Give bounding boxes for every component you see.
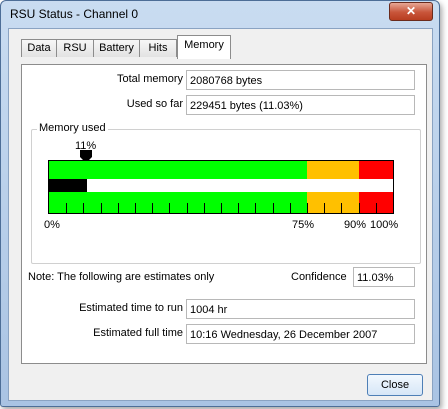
tick-mark — [324, 203, 325, 213]
tick-mark — [135, 203, 136, 213]
tick-mark — [273, 203, 274, 213]
close-button[interactable]: Close — [367, 374, 423, 396]
full-time-field: 10:16 Wednesday, 26 December 2007 — [186, 324, 415, 344]
tab-memory[interactable]: Memory — [177, 35, 231, 59]
total-memory-label: Total memory — [116, 73, 183, 85]
tick-mark — [221, 203, 222, 213]
title-bar: RSU Status - Channel 0 ✕ — [1, 1, 439, 27]
tick-mark — [169, 203, 170, 213]
scale-label-100: 100% — [370, 219, 399, 231]
tick-mark — [66, 203, 67, 213]
bar-used-fill — [49, 179, 87, 192]
dialog-window: RSU Status - Channel 0 ✕ Data RSU Batter… — [0, 0, 440, 407]
estimates-note: Note: The following are estimates only — [28, 271, 215, 283]
confidence-field: 11.03% — [353, 267, 415, 287]
dialog-client-area: Data RSU Battery Hits Memory Total memor… — [8, 28, 433, 401]
tick-mark — [187, 203, 188, 213]
tick-mark — [238, 203, 239, 213]
used-so-far-field: 229451 bytes (11.03%) — [186, 95, 415, 115]
time-to-run-field: 1004 hr — [186, 299, 415, 319]
bar-red-zone — [359, 161, 393, 179]
scale-label-75: 75% — [292, 219, 315, 231]
scale-label-0: 0% — [44, 219, 60, 231]
memory-usage-bar — [48, 160, 394, 214]
tab-rsu[interactable]: RSU — [56, 39, 94, 57]
bar-tick-marks — [49, 203, 393, 213]
window-title: RSU Status - Channel 0 — [10, 7, 139, 21]
used-so-far-label: Used so far — [126, 98, 183, 110]
confidence-label: Confidence — [291, 271, 347, 283]
tick-mark — [204, 203, 205, 213]
tab-data[interactable]: Data — [21, 39, 57, 57]
tick-mark — [152, 203, 153, 213]
tick-mark — [118, 203, 119, 213]
bar-green-zone — [49, 161, 307, 179]
memory-used-group-title: Memory used — [37, 122, 108, 134]
scale-label-90: 90% — [344, 219, 367, 231]
memory-tab-panel: Total memory 2080768 bytes Used so far 2… — [21, 64, 427, 364]
memory-used-group: Memory used 11% 0% 75% 90% 100% — [31, 122, 421, 264]
total-memory-field: 2080768 bytes — [186, 70, 415, 90]
window-close-icon[interactable]: ✕ — [389, 2, 433, 21]
time-to-run-label: Estimated time to run — [79, 302, 183, 314]
tab-hits[interactable]: Hits — [139, 39, 177, 57]
bar-yellow-zone — [307, 161, 359, 179]
tick-mark — [341, 203, 342, 213]
tick-mark — [101, 203, 102, 213]
tab-battery[interactable]: Battery — [93, 39, 140, 57]
tick-mark — [255, 203, 256, 213]
tick-mark — [83, 203, 84, 213]
full-time-label: Estimated full time — [93, 327, 183, 339]
tick-mark — [290, 203, 291, 213]
tick-mark — [359, 203, 360, 213]
tick-mark — [376, 203, 377, 213]
tick-mark — [307, 203, 308, 213]
